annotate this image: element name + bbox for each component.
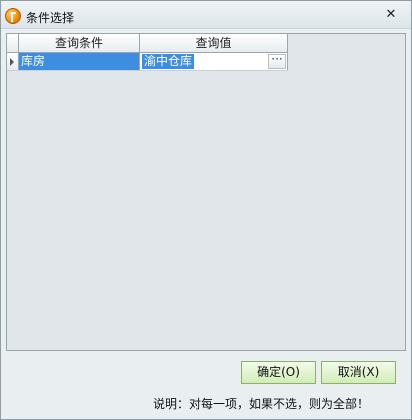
condition-cell[interactable]: 库房 (19, 53, 140, 70)
table-row[interactable]: 库房 渝中仓库 ··· (7, 53, 288, 71)
title-bar[interactable]: 条件选择 ✕ (1, 1, 411, 29)
value-cell-text[interactable]: 渝中仓库 (142, 54, 195, 69)
ok-button[interactable]: 确定(O) (241, 361, 316, 384)
row-indicator-header (7, 34, 19, 53)
cancel-button[interactable]: 取消(X) (321, 361, 396, 384)
grid-header: 查询条件 查询值 (7, 34, 288, 53)
window-title: 条件选择 (26, 11, 75, 25)
column-header-value[interactable]: 查询值 (140, 34, 288, 53)
app-icon (5, 8, 21, 24)
value-cell[interactable]: 渝中仓库 ··· (140, 53, 288, 70)
help-note: 说明：对每一项，如果不选，则为全部！ (153, 397, 370, 411)
browse-button[interactable]: ··· (268, 53, 286, 69)
current-row-arrow-icon (10, 58, 14, 66)
column-header-condition[interactable]: 查询条件 (19, 34, 140, 53)
dialog-window: 条件选择 ✕ 查询条件 查询值 库房 渝中仓库 ··· 确定(O) 取消(X) … (0, 0, 412, 420)
condition-grid[interactable]: 查询条件 查询值 库房 渝中仓库 ··· (6, 33, 406, 351)
close-icon[interactable]: ✕ (385, 8, 397, 21)
row-indicator[interactable] (7, 53, 19, 70)
